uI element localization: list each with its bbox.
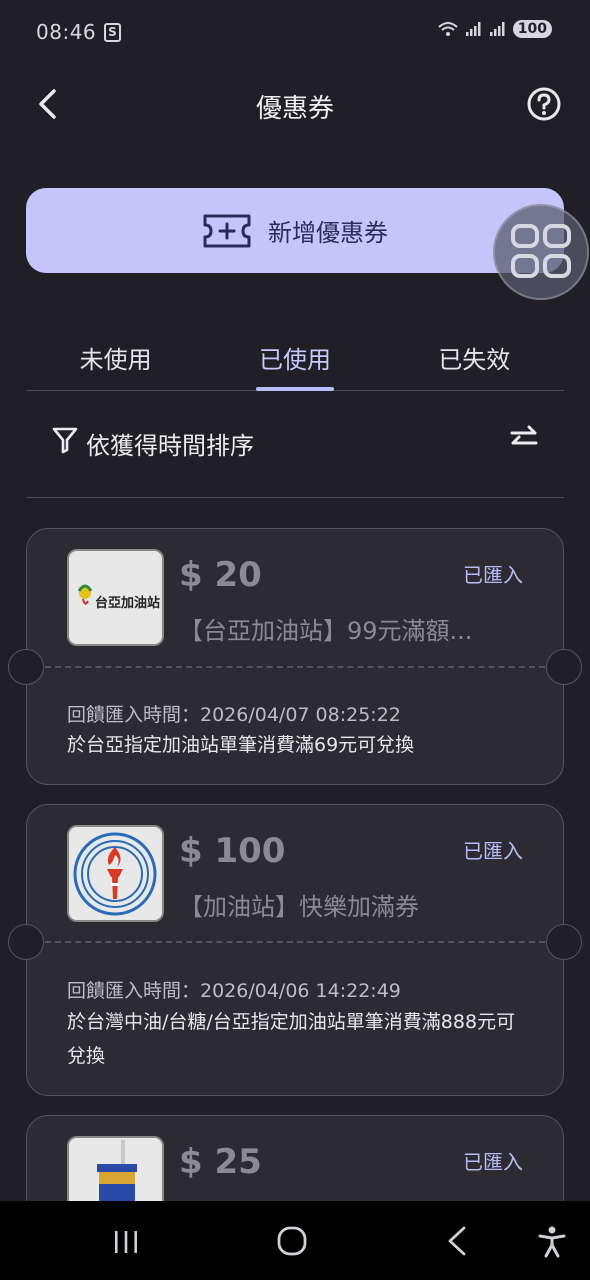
screen: 08:46 S 100 優惠券 新增優惠券 未使用 已使用 已失效 依獲得時間排…	[0, 0, 590, 1280]
add-coupon-label: 新增優惠券	[268, 219, 388, 247]
status-time: 08:46	[36, 20, 97, 44]
coupon-title: 【加油站】快樂加滿券	[179, 893, 419, 921]
ticket-plus-icon	[203, 214, 251, 247]
sort-label: 依獲得時間排序	[86, 432, 254, 460]
accessibility-icon[interactable]	[536, 1225, 568, 1259]
battery-level: 100	[512, 20, 552, 38]
page-title: 優惠券	[255, 94, 334, 124]
swap-arrows-icon[interactable]	[508, 424, 540, 452]
header: 優惠券	[0, 64, 590, 144]
signal-icon	[465, 22, 481, 36]
card-notch	[8, 649, 44, 685]
shopping-bag-icon: S	[104, 23, 121, 42]
system-nav-bar	[0, 1201, 590, 1280]
filter-icon	[52, 427, 78, 454]
coupon-amount: $ 100	[179, 831, 286, 871]
coupon-amount: $ 25	[179, 1142, 262, 1182]
card-notch	[8, 924, 44, 960]
recent-apps-icon[interactable]	[112, 1229, 140, 1255]
home-icon[interactable]	[276, 1225, 308, 1257]
coupon-card[interactable]: 台亞加油站 $ 20 已匯入 【台亞加油站】99元滿額... 回饋匯入時間：20…	[8, 528, 582, 785]
status-badge: 已匯入	[463, 563, 523, 587]
wifi-icon	[438, 22, 458, 36]
back-nav-icon[interactable]	[444, 1225, 470, 1257]
tab-unused[interactable]: 未使用	[26, 326, 205, 390]
coupon-condition: 於台灣中油/台糖/台亞指定加油站單筆消費滿888元可兌換	[67, 1011, 516, 1067]
coupon-logo: 台亞加油站	[67, 549, 164, 646]
status-badge: 已匯入	[463, 1150, 523, 1174]
tab-used[interactable]: 已使用	[205, 326, 384, 391]
tab-bar: 未使用 已使用 已失效	[26, 326, 564, 391]
coupon-title: 【台亞加油站】99元滿額...	[179, 617, 473, 645]
coupon-logo	[67, 825, 164, 922]
signal-icon-2	[489, 22, 505, 36]
card-notch	[546, 649, 582, 685]
sort-row[interactable]: 依獲得時間排序	[26, 392, 564, 498]
coupon-card[interactable]: $ 100 已匯入 【加油站】快樂加滿券 回饋匯入時間：2026/04/06 1…	[8, 804, 582, 1096]
redeem-time: 回饋匯入時間：2026/04/06 14:22:49	[67, 980, 401, 1002]
torch-emblem-logo	[69, 827, 162, 920]
grid-menu-icon	[511, 224, 571, 278]
card-notch	[546, 924, 582, 960]
coupon-amount: $ 20	[179, 555, 262, 595]
add-coupon-button[interactable]: 新增優惠券	[26, 188, 564, 273]
floating-menu-button[interactable]	[493, 204, 589, 300]
status-icons: 100	[437, 20, 552, 38]
card-divider	[45, 941, 545, 943]
redeem-time: 回饋匯入時間：2026/04/07 08:25:22	[67, 704, 401, 726]
coupon-condition: 於台亞指定加油站單筆消費滿69元可兌換	[67, 734, 415, 756]
card-divider	[45, 666, 545, 668]
gas-station-logo: 台亞加油站	[69, 551, 162, 644]
status-badge: 已匯入	[463, 839, 523, 863]
status-bar: 08:46 S 100	[0, 0, 590, 64]
help-circle-icon[interactable]	[526, 86, 562, 122]
logo-text: 台亞加油站	[95, 595, 160, 611]
tab-expired[interactable]: 已失效	[385, 326, 564, 390]
